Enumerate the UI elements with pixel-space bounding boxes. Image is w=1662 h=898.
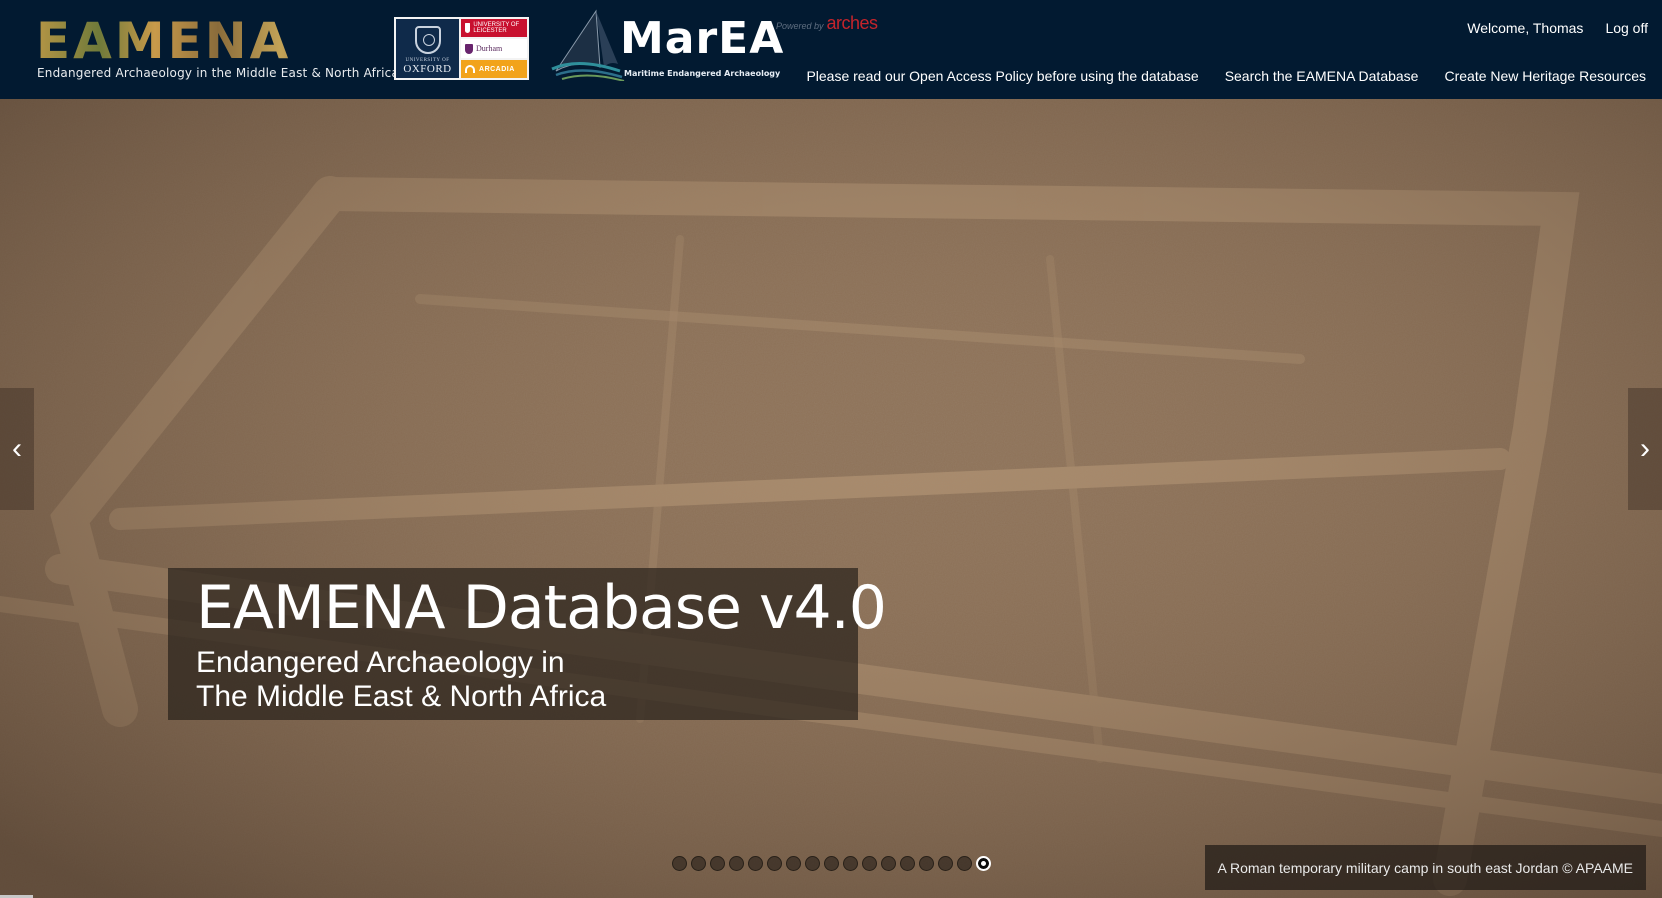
hero-subtitle-line-2: The Middle East & North Africa [196,680,607,713]
eamena-logo-tagline: Endangered Archaeology in the Middle Eas… [37,66,400,80]
leicester-logo: UNIVERSITY OF LEICESTER [461,19,527,37]
carousel-dot[interactable] [786,856,801,871]
hero-subtitle: Endangered Archaeology in The Middle Eas… [196,646,858,714]
carousel-dot[interactable] [729,856,744,871]
marea-logo-tagline: Maritime Endangered Archaeology [624,69,781,78]
carousel-dot[interactable] [881,856,896,871]
carousel-indicators [672,856,991,871]
carousel-dot[interactable] [748,856,763,871]
carousel-prev-button[interactable]: ‹ [0,388,34,510]
oxford-crest-icon [414,26,441,54]
welcome-user-link[interactable]: Welcome, Thomas [1467,20,1583,36]
nav-open-access-policy[interactable]: Please read our Open Access Policy befor… [806,68,1198,84]
carousel-dot[interactable] [691,856,706,871]
carousel-dot[interactable] [805,856,820,871]
main-nav: Please read our Open Access Policy befor… [806,68,1646,84]
site-header: EAMENA Endangered Archaeology in the Mid… [0,0,1662,99]
arcadia-logo: ARCADIA [461,60,527,78]
arcadia-logo-text: ARCADIA [479,65,515,73]
hero-title: EAMENA Database v4.0 [196,573,887,643]
carousel-dot[interactable] [976,856,991,871]
durham-logo: Durham [461,39,527,58]
chevron-left-icon: ‹ [12,432,22,465]
powered-by-label: Powered by [776,21,824,31]
oxford-logo: UNIVERSITY OF OXFORD [396,19,460,78]
carousel-next-button[interactable]: › [1628,388,1662,510]
eamena-logo[interactable]: EAMENA Endangered Archaeology in the Mid… [36,16,399,82]
chevron-right-icon: › [1640,432,1650,465]
hero-caption: EAMENA Database v4.0 Endangered Archaeol… [168,568,887,720]
marea-sail-icon [551,9,625,82]
partner-logos: UNIVERSITY OF OXFORD UNIVERSITY OF LEICE… [394,17,529,80]
marea-logo[interactable]: MarEA Maritime Endangered Archaeology [548,9,783,82]
leicester-shield-icon [465,23,471,33]
marea-logo-wordmark: MarEA [620,13,785,64]
carousel-dot[interactable] [767,856,782,871]
durham-shield-icon [465,43,474,54]
eamena-logo-wordmark: EAMENA [36,16,386,66]
carousel-dot[interactable] [938,856,953,871]
hero-subtitle-line-1: Endangered Archaeology in [196,646,565,679]
carousel-dot[interactable] [957,856,972,871]
nav-search-database[interactable]: Search the EAMENA Database [1225,68,1419,84]
log-off-link[interactable]: Log off [1605,20,1648,36]
carousel-dot[interactable] [710,856,725,871]
user-menu: Welcome, Thomas Log off [1467,20,1648,36]
carousel-dot[interactable] [824,856,839,871]
carousel-dot[interactable] [862,856,877,871]
powered-by-arches[interactable]: Powered by arches [776,13,878,34]
hero-carousel: ‹ › EAMENA Database v4.0 Endangered Arch… [0,99,1662,898]
leicester-logo-text: UNIVERSITY OF LEICESTER [473,22,520,34]
carousel-dot[interactable] [843,856,858,871]
nav-create-heritage-resources[interactable]: Create New Heritage Resources [1444,68,1646,84]
carousel-dot[interactable] [900,856,915,871]
carousel-dot[interactable] [919,856,934,871]
arches-logo: arches [826,13,879,33]
photo-credit: A Roman temporary military camp in south… [1204,845,1646,890]
arcadia-mark-icon [465,65,476,73]
hero-aerial-photo [0,99,1662,898]
carousel-dot[interactable] [672,856,687,871]
oxford-logo-name: OXFORD [403,63,452,75]
durham-logo-text: Durham [476,44,503,53]
